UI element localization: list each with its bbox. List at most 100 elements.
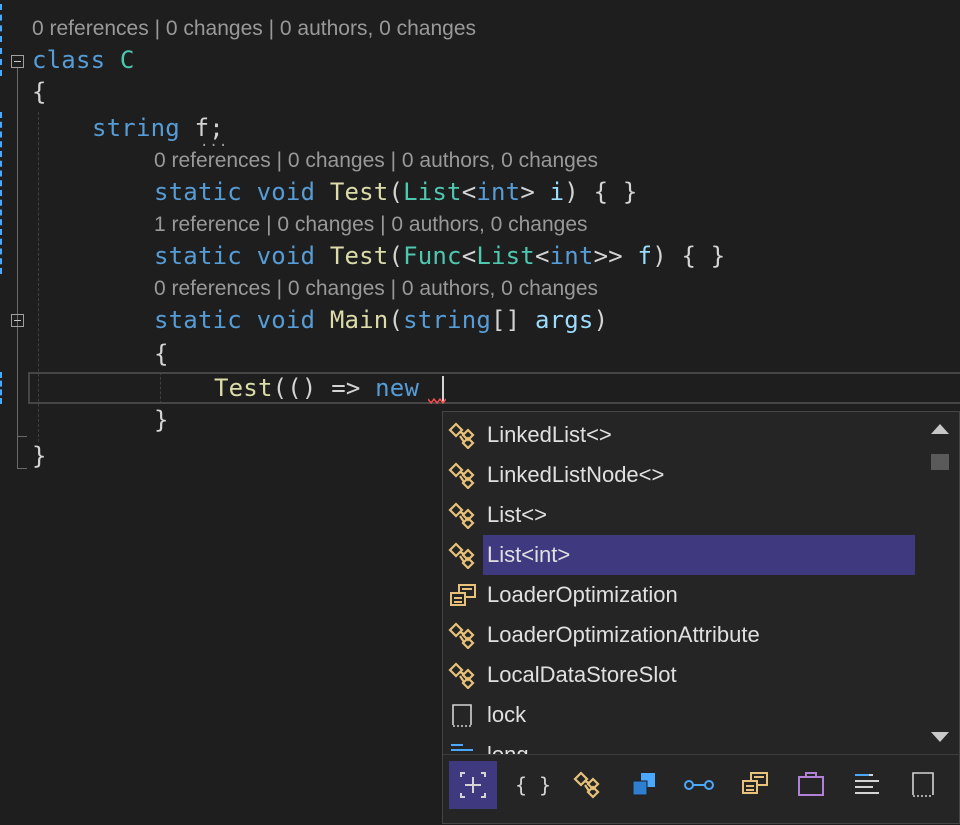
code-line-open-brace: { [32,76,47,108]
parameter: i [534,178,565,206]
completion-item-label: lock [487,702,527,727]
punctuation: ) { } [564,178,638,206]
code-line-test-list: static void Test(List<int> i) { } [154,176,638,208]
class-icon [447,621,479,650]
completion-item-label: LoaderOptimizationAttribute [487,622,760,647]
fold-end [17,436,27,437]
class-filter-icon[interactable] [565,761,613,809]
keyword: void [256,242,316,270]
codelens-class[interactable]: 0 references | 0 changes | 0 authors, 0 … [32,16,476,42]
punctuation: < [461,242,477,270]
method-name: Test [329,178,389,206]
change-marker [0,112,6,274]
interface-filter-icon[interactable] [675,761,723,809]
completion-item[interactable]: lock [443,695,918,735]
module-filter-icon[interactable] [621,761,669,809]
punctuation: ) { } [652,242,726,270]
completion-item[interactable]: long [443,735,918,755]
code-line-main-open: { [154,338,169,370]
type-name: List [476,242,535,270]
completion-item-label: LocalDataStoreSlot [487,662,677,687]
keyword: void [256,178,316,206]
completion-item[interactable]: LoaderOptimizationAttribute [443,615,918,655]
parameter: args [520,306,594,334]
scroll-down-icon[interactable] [931,732,949,742]
codelens-main[interactable]: 0 references | 0 changes | 0 authors, 0 … [154,276,598,302]
collapse-class-icon[interactable] [11,55,24,68]
struct-icon [447,741,479,755]
completion-item-label: LinkedList<> [487,422,612,447]
change-marker [0,4,6,42]
codelens-test-func[interactable]: 1 reference | 0 changes | 0 authors, 0 c… [154,212,588,238]
fold-guide [17,68,18,468]
completion-item-label: LoaderOptimization [487,582,678,607]
enum-filter-icon[interactable] [731,761,779,809]
punctuation: [] [491,306,521,334]
code-line-class-close: } [32,440,47,472]
punctuation: ( [388,306,404,334]
code-line-main: static void Main(string[] args) [154,304,608,336]
keyword: static [154,242,242,270]
code-line-current[interactable]: Test(() => new [214,372,419,404]
completion-item[interactable]: LinkedList<> [443,415,918,455]
parameter: f [622,242,653,270]
svg-text:{ }: { } [515,773,551,797]
keyword: string [403,306,491,334]
class-icon [447,461,479,490]
keyword-icon [447,701,479,729]
method-name: Main [329,306,389,334]
collapse-main-icon[interactable] [11,314,24,327]
punctuation: < [461,178,477,206]
keyword-filter-icon[interactable] [899,761,947,809]
namespace-filter-icon[interactable]: { } [509,761,557,809]
brace: } [32,442,47,470]
completion-item[interactable]: LocalDataStoreSlot [443,655,918,695]
keyword: class [32,46,106,74]
scroll-up-icon[interactable] [931,424,949,434]
punctuation: ( [388,242,404,270]
class-icon [447,661,479,690]
current-line-highlight [28,372,960,404]
change-marker [0,48,6,76]
completion-item[interactable]: List<int> [443,535,918,575]
code-line-class: class C [32,44,135,76]
completion-filter-bar: { } [443,754,960,825]
punctuation: >> [593,242,623,270]
method-name: Test [329,242,389,270]
punctuation: > [520,178,535,206]
type-name: List [403,178,462,206]
type-name: Func [403,242,462,270]
change-marker [0,372,6,404]
method-name: Test [214,374,273,402]
keyword: static [154,306,242,334]
punctuation: < [534,242,550,270]
completion-item[interactable]: List<> [443,495,918,535]
completion-item[interactable]: LoaderOptimization [443,575,918,615]
scroll-thumb[interactable] [931,454,949,470]
punctuation: ( [388,178,404,206]
completion-item[interactable]: LinkedListNode<> [443,455,918,495]
struct-filter-icon[interactable] [787,761,835,809]
completion-item-label: List<int> [483,535,915,575]
keyword: static [154,178,242,206]
class-icon [447,421,479,450]
completion-item-label: LinkedListNode<> [487,462,665,487]
expand-filter-icon[interactable] [449,761,497,809]
error-squiggle [428,398,446,404]
completion-item-label: long [487,742,529,755]
keyword: int [549,242,594,270]
completion-item-label: List<> [487,502,547,527]
brace: } [154,406,169,434]
punctuation: (() => [272,374,376,402]
class-name: C [119,46,135,74]
completion-scrollbar[interactable] [919,412,959,754]
keyword: new [375,374,420,402]
completion-list[interactable]: LinkedList<> LinkedListNode<> List<> List<i… [442,411,960,824]
snippet-filter-icon[interactable] [843,761,891,809]
punctuation: ) [593,306,609,334]
enum-icon [447,581,479,609]
code-line-main-close: } [154,404,169,436]
code-line-test-func: static void Test(Func<List<int>> f) { } [154,240,725,272]
class-icon [447,541,479,570]
brace: { [154,340,169,368]
